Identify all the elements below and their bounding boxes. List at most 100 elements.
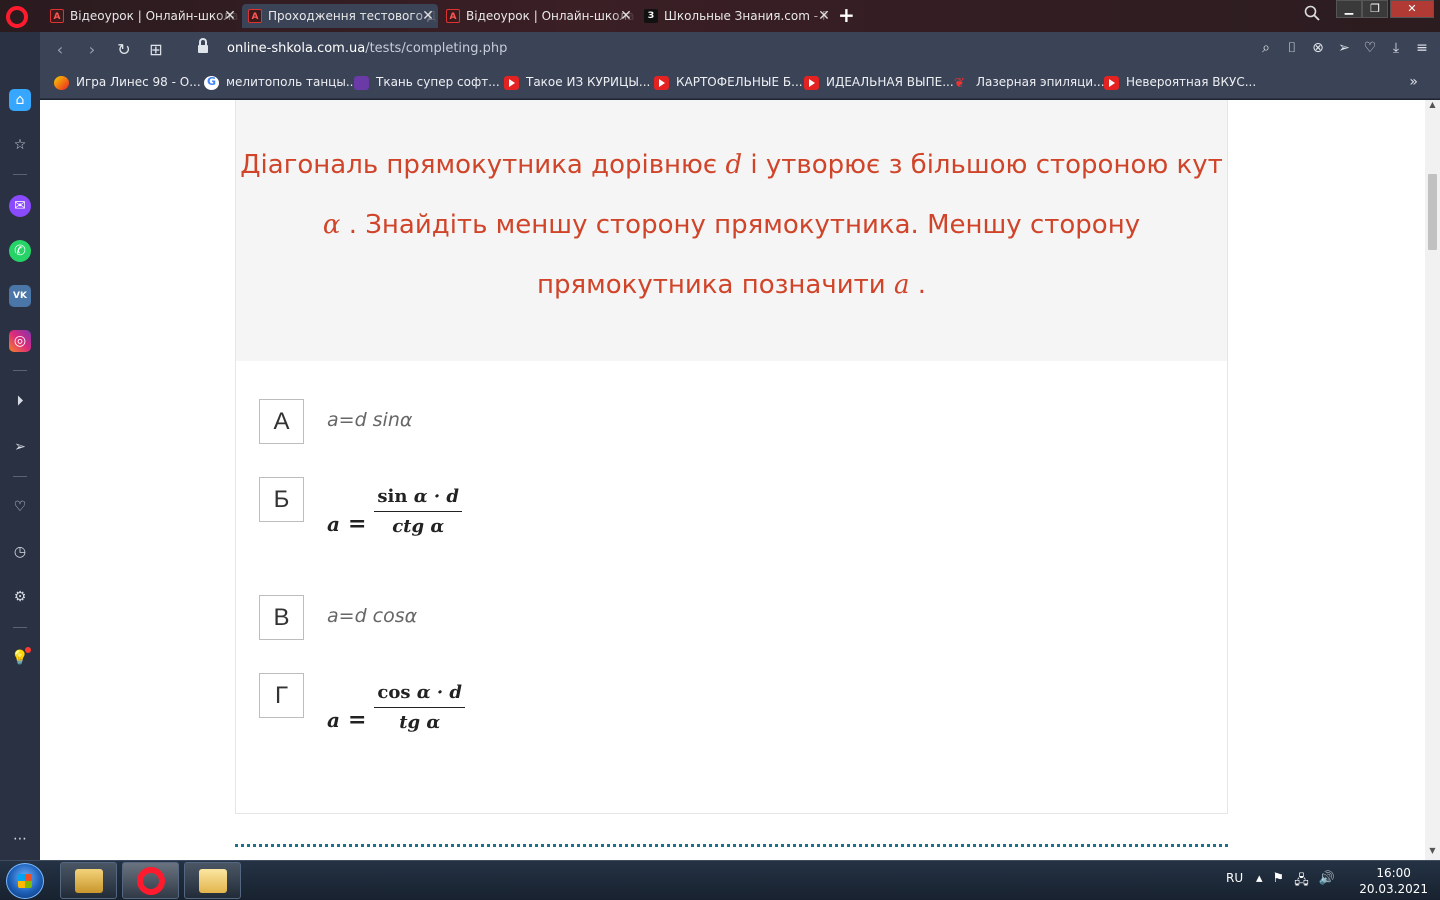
history-icon[interactable]: ◷ <box>9 541 31 563</box>
send-icon[interactable]: ➢ <box>1336 40 1352 56</box>
show-hidden-icons-icon[interactable]: ▴ <box>1256 871 1263 893</box>
close-window-button[interactable]: ✕ <box>1390 0 1434 18</box>
tab-title: Відеоурок | Онлайн-школа <box>466 9 635 23</box>
flow-icon[interactable]: ➢ <box>9 436 31 458</box>
sidebar-divider <box>13 174 27 175</box>
new-tab-button[interactable]: + <box>838 3 855 27</box>
lock-icon[interactable] <box>198 38 208 54</box>
section-divider <box>235 844 1228 847</box>
heart-icon[interactable]: ♡ <box>9 496 31 518</box>
home-icon[interactable]: ⌂ <box>9 89 31 111</box>
clock-date: 20.03.2021 <box>1359 882 1428 896</box>
fraction-denominator: tg α <box>399 711 441 733</box>
scroll-down-arrow-icon[interactable]: ▼ <box>1425 846 1440 860</box>
page-viewport: Діагональ прямокутника дорівнює d і утво… <box>40 100 1425 860</box>
question-card: Діагональ прямокутника дорівнює d і утво… <box>235 100 1228 814</box>
answer-letter-box[interactable]: Г <box>259 673 304 718</box>
player-icon[interactable]: ⏵ <box>9 390 31 412</box>
forward-icon[interactable]: › <box>82 40 102 59</box>
adobe-pdf-icon: A <box>446 9 460 23</box>
instagram-icon[interactable]: ◎ <box>9 330 31 352</box>
opera-menu-icon[interactable] <box>6 6 28 28</box>
bookmark-item[interactable]: Такое ИЗ КУРИЦЫ... <box>504 75 650 90</box>
vk-icon[interactable]: VK <box>9 285 31 307</box>
download-icon[interactable]: ⤓ <box>1388 40 1404 56</box>
url-path: /tests/completing.php <box>365 41 508 56</box>
youtube-icon <box>804 76 819 90</box>
whatsapp-icon[interactable]: ✆ <box>9 240 31 262</box>
snapshot-icon[interactable]: ⌷ <box>1284 40 1300 56</box>
language-indicator[interactable]: RU <box>1226 871 1243 885</box>
star-icon[interactable]: ☆ <box>9 134 31 156</box>
action-center-flag-icon[interactable]: ⚑ <box>1273 871 1285 893</box>
url-field[interactable]: online-shkola.com.ua/tests/completing.ph… <box>227 41 507 56</box>
youtube-icon <box>504 76 519 90</box>
bookmark-item[interactable]: мелитополь танцы... <box>204 75 357 90</box>
tab-test-active[interactable]: A Проходження тестового Д ✕ <box>242 4 438 28</box>
messenger-icon[interactable]: ✉ <box>9 195 31 217</box>
taskbar-explorer-app[interactable] <box>60 862 117 899</box>
question-text: Діагональ прямокутника дорівнює d і утво… <box>240 150 1223 300</box>
url-host: online-shkola.com.ua <box>227 41 366 56</box>
zoom-search-icon[interactable]: ⌕ <box>1258 40 1274 56</box>
start-button[interactable] <box>6 863 44 899</box>
answer-letter-box[interactable]: Б <box>259 477 304 522</box>
tab-close-icon[interactable]: ✕ <box>618 4 634 28</box>
tab-videourok-2[interactable]: A Відеоурок | Онлайн-школа ✕ <box>440 4 636 28</box>
lines-icon <box>54 76 69 90</box>
tab-title: Проходження тестового Д <box>268 9 437 23</box>
bookmark-item[interactable]: Ткань супер софт... <box>354 75 500 90</box>
clock[interactable]: 16:00 20.03.2021 <box>1359 865 1428 897</box>
bookmark-item[interactable]: КАРТОФЕЛЬНЫЕ Б... <box>654 75 803 90</box>
bookmarks-more-icon[interactable]: » <box>1409 74 1418 90</box>
taskbar-opera-app[interactable] <box>122 862 179 899</box>
adblock-icon[interactable]: ⊗ <box>1310 40 1326 56</box>
answer-letter-box[interactable]: А <box>259 399 304 444</box>
opera-icon <box>137 867 165 895</box>
network-icon[interactable]: 🖧 <box>1294 871 1309 893</box>
back-icon[interactable]: ‹ <box>50 40 70 59</box>
bookmark-item[interactable]: ИДЕАЛЬНАЯ ВЫПЕ... <box>804 75 954 90</box>
bookmark-item[interactable]: Невероятная ВКУС... <box>1104 75 1256 90</box>
restore-button[interactable]: ❐ <box>1362 0 1388 18</box>
bookmark-item[interactable]: ❦ Лазерная эпиляци... <box>954 75 1105 91</box>
address-bar: ‹ › ↻ ⊞ online-shkola.com.ua/tests/compl… <box>40 32 1440 68</box>
windows-taskbar: RU ▴ ⚑ 🖧 🔊 16:00 20.03.2021 <box>0 860 1440 900</box>
tab-close-icon[interactable]: ✕ <box>420 4 436 28</box>
tab-strip: A Відеоурок | Онлайн-школа ✕ A Проходжен… <box>0 0 1440 32</box>
minimize-button[interactable]: ▁ <box>1336 0 1362 18</box>
question-box: Діагональ прямокутника дорівнює d і утво… <box>236 100 1227 361</box>
reload-icon[interactable]: ↻ <box>114 40 134 59</box>
tab-videourok-1[interactable]: A Відеоурок | Онлайн-школа ✕ <box>44 4 240 28</box>
znanija-icon: З <box>644 9 658 23</box>
answer-text: a=d sinα <box>327 409 413 431</box>
taskbar-folder-app[interactable] <box>184 862 241 899</box>
tab-close-icon[interactable]: ✕ <box>222 4 238 28</box>
folder-icon <box>199 869 227 893</box>
settings-gear-icon[interactable]: ⚙ <box>9 586 31 608</box>
scroll-up-arrow-icon[interactable]: ▲ <box>1425 100 1440 114</box>
page-scrollbar[interactable]: ▲ ▼ <box>1425 100 1440 860</box>
tab-znanija[interactable]: З Школьные Знания.com - F ✕ <box>638 4 834 28</box>
bookmarks-bar: Игра Линес 98 - О... мелитополь танцы...… <box>40 68 1440 99</box>
fraction: sin α · d ctg α <box>374 486 462 537</box>
easy-setup-icon[interactable]: ≡ <box>1414 40 1430 56</box>
butterfly-icon: ❦ <box>954 76 965 91</box>
tab-search-icon[interactable] <box>1304 5 1320 25</box>
volume-icon[interactable]: 🔊 <box>1319 871 1335 893</box>
heart-icon[interactable]: ♡ <box>1362 40 1378 56</box>
bookmark-item[interactable]: Игра Линес 98 - О... <box>54 75 201 90</box>
more-dots-icon[interactable]: ⋯ <box>9 828 31 850</box>
address-bar-actions: ⌕ ⌷ ⊗ ➢ ♡ ⤓ ≡ <box>1258 40 1430 56</box>
adobe-pdf-icon: A <box>50 9 64 23</box>
speed-dial-icon[interactable]: ⊞ <box>146 40 166 59</box>
fraction: cos α · d tg α <box>374 682 466 733</box>
adobe-pdf-icon: A <box>248 9 262 23</box>
sidebar-divider <box>13 627 27 628</box>
purple-square-icon <box>354 76 369 90</box>
answer-letter-box[interactable]: В <box>259 595 304 640</box>
lightbulb-icon[interactable]: 💡 <box>9 647 31 669</box>
scroll-thumb[interactable] <box>1428 174 1437 250</box>
tab-close-icon[interactable]: ✕ <box>816 4 832 28</box>
tab-title: Відеоурок | Онлайн-школа <box>70 9 239 23</box>
